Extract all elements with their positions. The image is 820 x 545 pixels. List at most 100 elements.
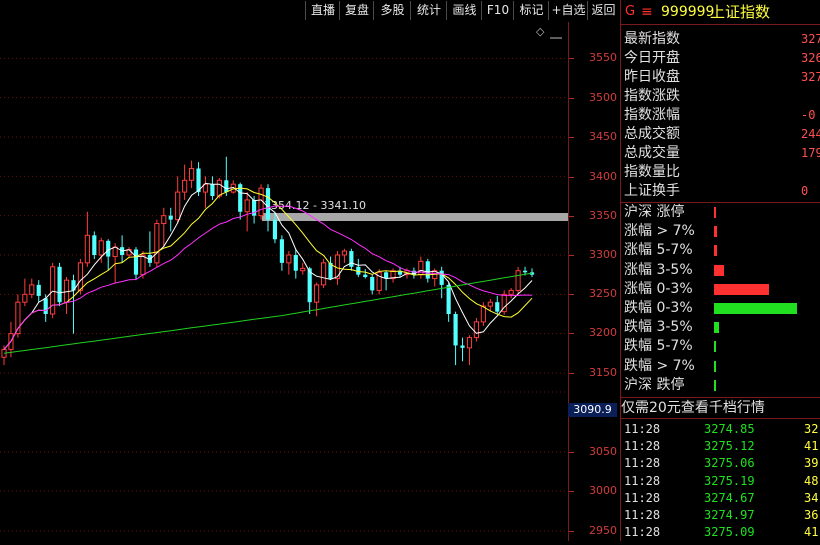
quote-row-label: 最新指数 [624, 31, 680, 47]
candle-body [29, 284, 35, 295]
candle-body [43, 298, 48, 314]
axis-tickmark [569, 137, 574, 138]
axis-tick-label: 3500 [589, 91, 617, 104]
candle-body [188, 167, 195, 181]
price-range-label: 3354.12 - 3341.10 [264, 199, 366, 212]
breadth-label: 跌幅 0-3% [624, 300, 693, 316]
tick-price: 3275.12 [704, 439, 755, 454]
axis-tick-label: 2950 [589, 524, 617, 537]
candle-body [57, 266, 62, 303]
candle-body [314, 284, 320, 303]
breadth-bar [714, 360, 716, 372]
axis-tick-label: 3200 [589, 326, 617, 339]
quote-row-label: 总成交量 [624, 145, 680, 161]
price-axis: 3550 3500 3450 3400 3350 3300 3250 3200 3150 3050… [568, 22, 620, 541]
quote-row: 指数涨幅 -0 [621, 106, 820, 125]
toolbar-button-7[interactable]: +自选 [548, 1, 588, 20]
breadth-row: 涨幅 3-5% [621, 261, 820, 280]
toolbar-button-5[interactable]: F10 [481, 1, 514, 20]
toolbar-button-1[interactable]: 复盘 [339, 1, 374, 20]
quote-header: G ≡ 999999 上证指数 [621, 0, 820, 24]
candle-body [272, 219, 278, 240]
axis-tickmark [569, 255, 574, 256]
candle-body [473, 321, 480, 339]
candle-body [363, 274, 368, 278]
g-icon[interactable]: G [625, 0, 635, 24]
promo-banner[interactable]: 仅需20元查看千档行情 [621, 399, 820, 418]
breadth-bar [714, 264, 724, 276]
toolbar-button-2[interactable]: 多股 [373, 1, 411, 20]
tick-row: 11:28 3274.67 34 [621, 490, 820, 506]
axis-tickmark [569, 58, 574, 59]
axis-tickmark [569, 373, 574, 374]
breadth-label: 跌幅 5-7% [624, 338, 693, 355]
breadth-label: 涨幅 5-7% [624, 242, 693, 259]
tick-time: 11:28 [624, 456, 661, 471]
breadth-row: 跌幅 0-3% [621, 299, 820, 318]
quote-row: 上证换手 0 [621, 182, 820, 201]
tick-price: 3274.97 [704, 508, 755, 522]
breadth-bar [714, 226, 717, 238]
axis-tickmark [569, 333, 574, 334]
candle-body [425, 261, 430, 279]
tick-price: 3275.09 [704, 525, 755, 540]
toolbar-button-6[interactable]: 标记 [513, 1, 549, 20]
breadth-row: 跌幅 5-7% [621, 337, 820, 356]
candle-body [279, 239, 284, 263]
candle-body [466, 337, 473, 349]
current-price-label: 3090.9 [568, 403, 617, 417]
breadth-bar [714, 207, 716, 218]
axis-tick-label: 3450 [589, 130, 617, 143]
candle-body [154, 223, 160, 264]
candle-body [522, 270, 528, 273]
candle-body [370, 277, 375, 291]
axis-tickmark [569, 294, 574, 295]
candle-body [92, 235, 97, 255]
candle-body [439, 270, 444, 285]
tick-volume: 32 [804, 422, 819, 436]
candle-body [293, 255, 298, 271]
candle-body [112, 246, 118, 258]
tick-price: 3274.67 [704, 490, 755, 505]
candle-body [175, 191, 181, 221]
breadth-row: 沪深 涨停 [621, 203, 820, 222]
diamond-icon: ◇ [536, 25, 545, 38]
tick-row: 11:28 3275.12 41 [621, 438, 820, 454]
kline-chart[interactable]: 3354.12 - 3341.10 ◇ [0, 22, 568, 541]
breadth-label: 涨幅 0-3% [624, 280, 693, 297]
breadth-bar [714, 245, 717, 257]
quote-row-value: -0 [801, 108, 816, 122]
candle-body [453, 313, 458, 346]
candle-body [224, 180, 229, 193]
kline-chart-canvas[interactable]: 3354.12 - 3341.10 ◇ [0, 22, 568, 541]
candle-body [168, 215, 173, 220]
toolbar-button-0[interactable]: 直播 [305, 1, 340, 20]
quote-row: 最新指数 327 [621, 30, 820, 49]
tick-time: 11:28 [624, 439, 661, 454]
tick-time: 11:28 [624, 473, 661, 488]
breadth-bar [714, 379, 716, 391]
breadth-label: 涨幅 > 7% [624, 223, 695, 240]
axis-tickmark [569, 216, 574, 217]
quote-row-label: 指数涨跌 [624, 88, 680, 104]
toolbar-button-8[interactable]: 返回 [587, 1, 619, 20]
candle-body [495, 302, 500, 312]
axis-tick-label: 3350 [589, 209, 617, 222]
breadth-label: 跌幅 3-5% [624, 319, 693, 336]
candle-body [265, 188, 271, 220]
candle-body [216, 179, 222, 197]
menu-icon[interactable]: ≡ [641, 0, 653, 24]
axis-tickmark [569, 531, 574, 532]
candle-body [161, 215, 167, 225]
quote-row: 昨日收盘 327 [621, 68, 820, 87]
candle-body [244, 199, 250, 213]
toolbar-button-3[interactable]: 统计 [410, 1, 447, 20]
axis-tick-label: 3000 [589, 484, 617, 497]
toolbar: 直播 复盘 多股 统计 画线 F10 标记 +自选 返回 [0, 0, 618, 22]
quote-row-label: 指数量比 [624, 164, 680, 180]
quote-row-value: 2440. [801, 127, 820, 141]
axis-tickmark [569, 491, 574, 492]
toolbar-button-4[interactable]: 画线 [446, 1, 482, 20]
stock-code: 999999 [661, 4, 715, 20]
quote-row-label: 上证换手 [624, 183, 680, 199]
